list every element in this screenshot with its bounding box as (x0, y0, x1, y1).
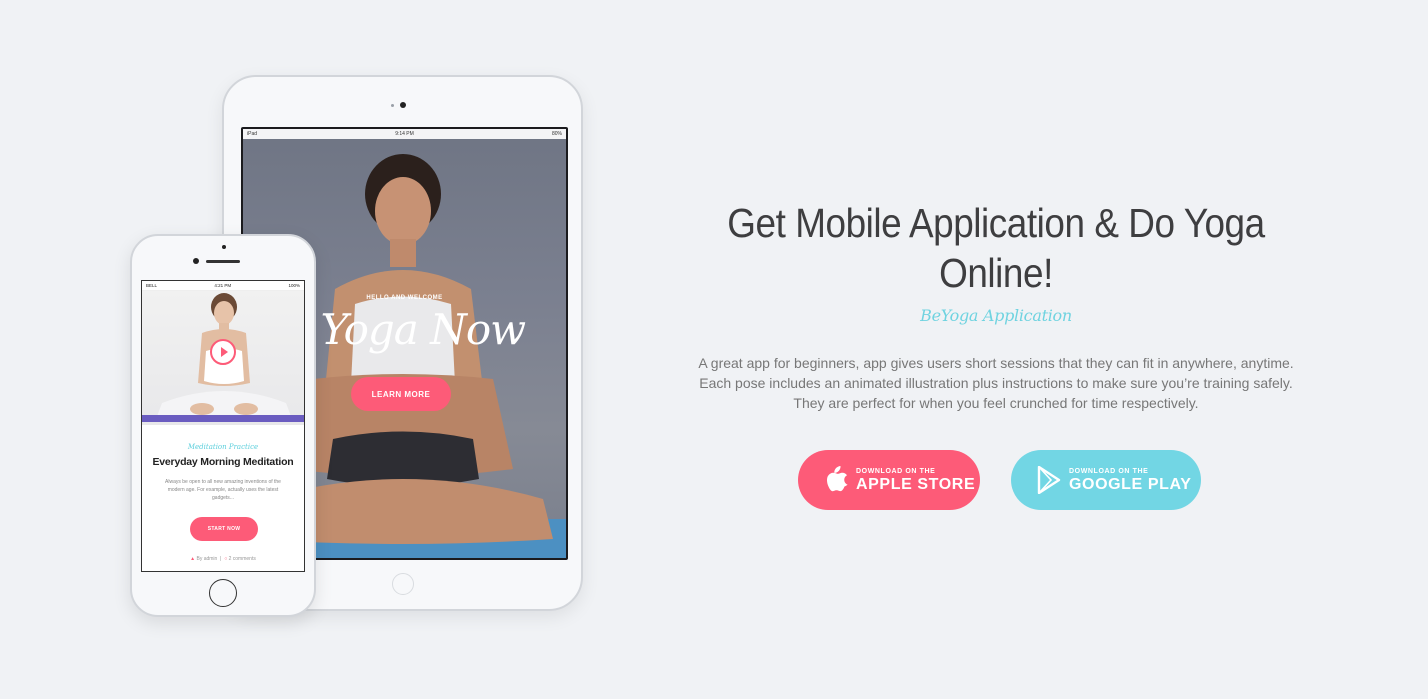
status-battery: 100% (288, 283, 300, 288)
apple-store-button[interactable]: DOWNLOAD ON THE APPLE STORE (798, 450, 980, 510)
phone-description: Always be open to all new amazing invent… (165, 479, 281, 501)
page-title: Get Mobile Application & Do Yoga Online! (727, 200, 1265, 296)
app-promo-section: Get Mobile Application & Do Yoga Online!… (690, 198, 1302, 413)
post-meta: ▲ By admin | ○ 2 comments (190, 556, 256, 562)
comment-icon: ○ (224, 556, 228, 562)
phone-status-bar: BELL 4:21 PM 100% (142, 281, 304, 291)
learn-more-button[interactable]: LEARN MORE (351, 377, 451, 411)
apple-icon (827, 466, 848, 492)
apple-button-caption: DOWNLOAD ON THE (856, 467, 936, 475)
status-carrier: iPad (247, 131, 258, 137)
phone-title: Everyday Morning Meditation (152, 456, 294, 468)
phone-screen: BELL 4:21 PM 100% Meditation Practice Ev… (141, 280, 305, 572)
comments-link[interactable]: 2 comments (229, 556, 256, 562)
status-time: 9:14 PM (395, 131, 414, 137)
google-button-caption: DOWNLOAD ON THE (1069, 467, 1149, 475)
play-icon[interactable] (210, 339, 236, 365)
status-battery: 80% (551, 131, 562, 137)
google-button-label: GOOGLE PLAY (1069, 475, 1192, 493)
phone-sensor (222, 245, 226, 249)
author-link[interactable]: By admin (196, 556, 217, 562)
phone-camera (193, 258, 199, 264)
page-description: A great app for beginners, app gives use… (698, 355, 1294, 411)
play-icon (1037, 466, 1061, 494)
page-subtitle: BeYoga Application (920, 306, 1072, 325)
tablet-status-bar: iPad 9:14 PM 80% (243, 129, 566, 139)
user-icon: ▲ (190, 556, 196, 562)
tablet-sensor (391, 104, 394, 107)
status-time: 4:21 PM (214, 283, 232, 288)
yoga-mat (142, 415, 304, 422)
apple-button-label: APPLE STORE (856, 475, 976, 493)
phone-speaker (206, 260, 240, 263)
status-carrier: BELL (146, 283, 158, 288)
phone-subtitle: Meditation Practice (187, 443, 259, 451)
tablet-home-button (392, 573, 414, 595)
tablet-camera (400, 102, 406, 108)
google-play-button[interactable]: DOWNLOAD ON THE GOOGLE PLAY (1011, 450, 1201, 510)
start-now-button[interactable]: START NOW (190, 517, 258, 541)
phone-home-button (209, 579, 237, 607)
phone-mockup: BELL 4:21 PM 100% Meditation Practice Ev… (130, 234, 316, 617)
